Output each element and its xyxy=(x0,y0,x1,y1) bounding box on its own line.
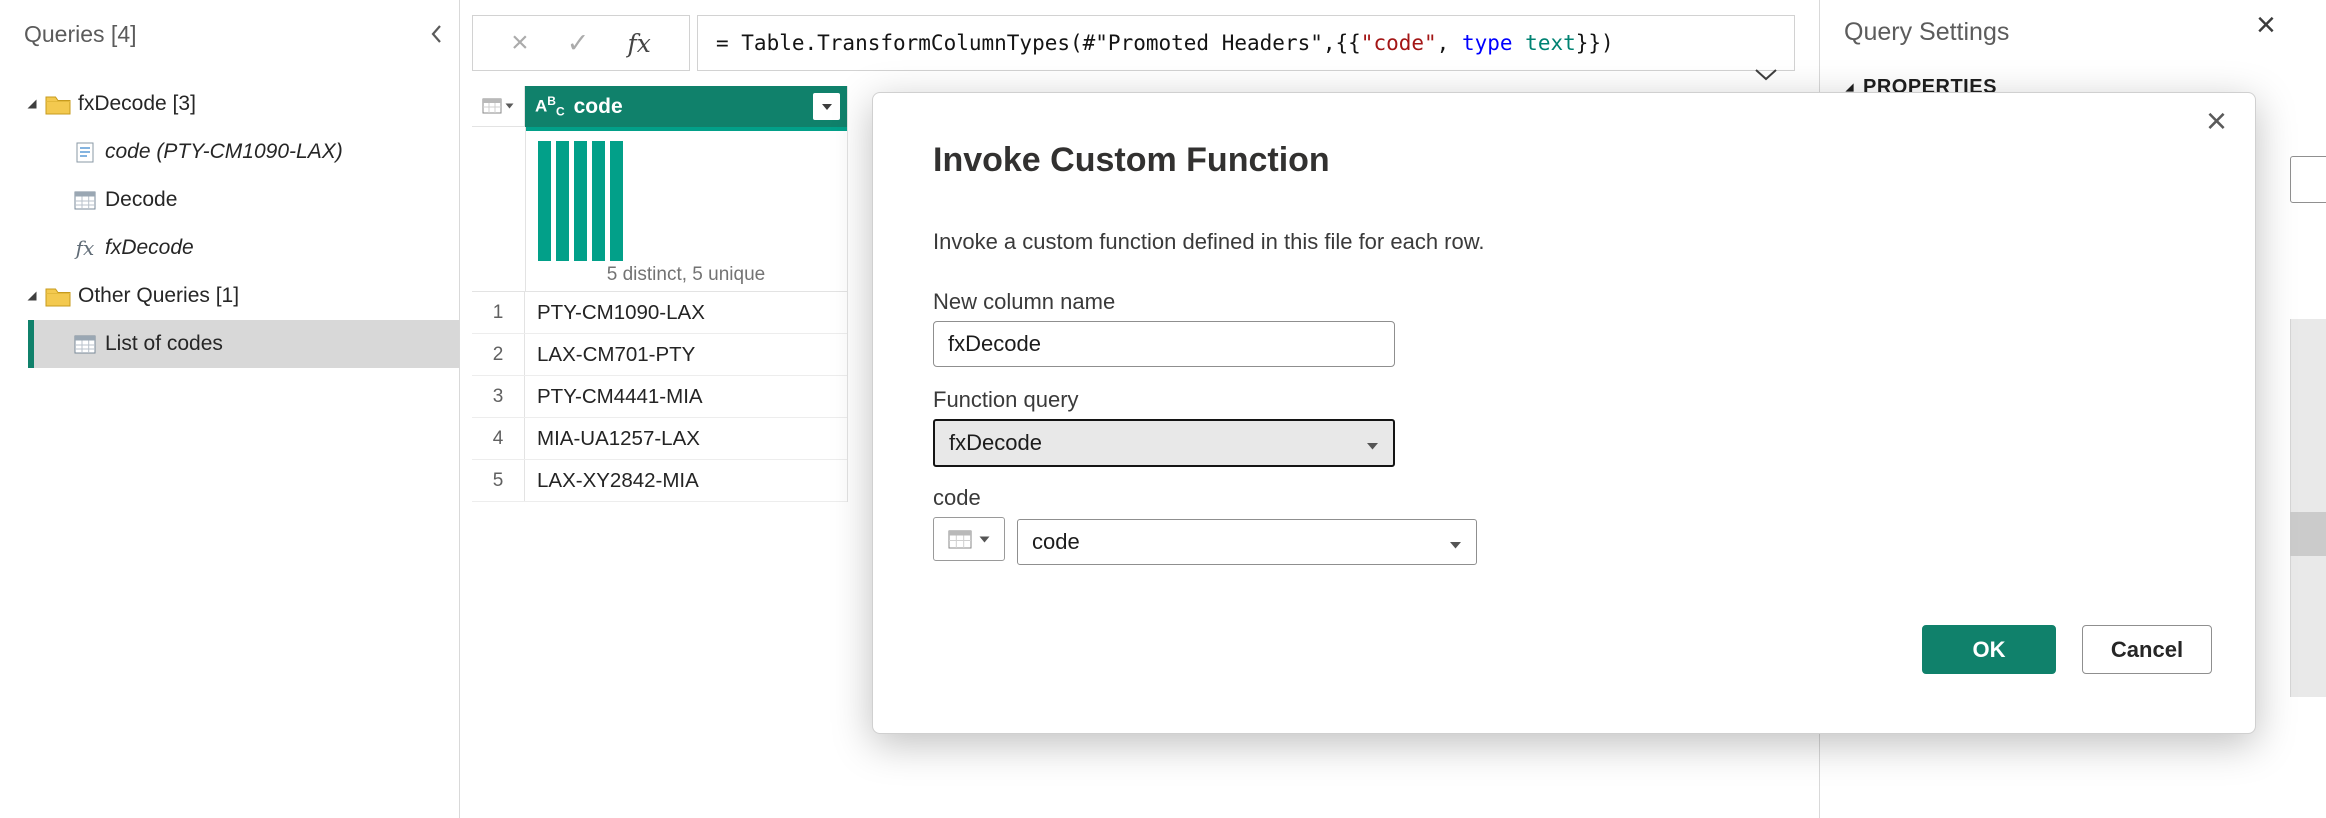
parameter-icon xyxy=(72,142,98,163)
cell-value: PTY-CM4441-MIA xyxy=(525,376,703,417)
queries-pane: Queries [4] fxDecode [3] code (PTY-CM109… xyxy=(0,0,460,818)
formula-string-token: "code" xyxy=(1361,31,1437,55)
query-name-input[interactable] xyxy=(2290,156,2326,203)
column-filter-button[interactable] xyxy=(813,93,840,120)
tree-group-other-queries[interactable]: Other Queries [1] xyxy=(0,272,459,320)
profile-bars xyxy=(538,141,623,261)
close-dialog-icon[interactable]: × xyxy=(2206,103,2227,139)
new-column-name-input[interactable] xyxy=(933,321,1395,367)
formula-text: }}) xyxy=(1576,31,1614,55)
formula-bar-buttons: × ✓ fx xyxy=(472,15,690,71)
expand-triangle-icon xyxy=(26,290,38,302)
collapse-pane-icon[interactable] xyxy=(427,21,445,47)
table-menu-button[interactable] xyxy=(472,86,525,127)
code-column-value: code xyxy=(1032,529,1080,555)
profile-bar xyxy=(556,141,569,261)
tree-item-code-parameter[interactable]: code (PTY-CM1090-LAX) xyxy=(0,128,459,176)
dialog-title: Invoke Custom Function xyxy=(933,141,1330,180)
table-icon xyxy=(72,335,98,354)
folder-icon xyxy=(45,286,71,307)
cancel-button[interactable]: Cancel xyxy=(2082,625,2212,674)
power-query-editor: Queries [4] fxDecode [3] code (PTY-CM109… xyxy=(0,0,2326,818)
grid-column-divider xyxy=(847,86,848,502)
formula-text: = Table.TransformColumnTypes(#"Promoted … xyxy=(716,31,1361,55)
applied-steps-selected-step[interactable] xyxy=(2290,512,2326,556)
tree-item-list-of-codes[interactable]: List of codes xyxy=(28,320,459,368)
tree-group-fxdecode[interactable]: fxDecode [3] xyxy=(0,80,459,128)
formula-text: , xyxy=(1437,31,1462,55)
tree-item-label: List of codes xyxy=(105,332,223,356)
formula-type-token: text xyxy=(1525,31,1576,55)
fx-add-step-icon[interactable]: fx xyxy=(627,29,650,58)
table-icon xyxy=(948,530,972,549)
folder-icon xyxy=(45,94,71,115)
expand-triangle-icon xyxy=(26,98,38,110)
column-picker-button[interactable] xyxy=(933,517,1005,561)
dropdown-chevron-icon xyxy=(1366,430,1379,456)
profile-bar xyxy=(574,141,587,261)
query-tree: fxDecode [3] code (PTY-CM1090-LAX) Decod… xyxy=(0,80,459,368)
code-column-dropdown[interactable]: code xyxy=(1017,519,1477,565)
function-query-value: fxDecode xyxy=(949,430,1042,456)
table-row[interactable]: 3 PTY-CM4441-MIA xyxy=(472,376,847,418)
function-query-label: Function query xyxy=(933,387,1079,413)
cell-value: PTY-CM1090-LAX xyxy=(525,292,705,333)
profile-bar xyxy=(592,141,605,261)
formula-keyword-token: type xyxy=(1462,31,1525,55)
code-parameter-label: code xyxy=(933,485,981,511)
cell-value: LAX-CM701-PTY xyxy=(525,334,695,375)
dropdown-triangle-icon xyxy=(505,103,514,109)
table-icon xyxy=(72,191,98,210)
text-type-icon: ABC xyxy=(535,95,565,118)
applied-steps-list xyxy=(2290,319,2326,697)
row-number: 5 xyxy=(472,460,525,501)
column-profile-stats: 5 distinct, 5 unique xyxy=(525,264,847,286)
function-query-dropdown[interactable]: fxDecode xyxy=(933,419,1395,467)
row-number: 2 xyxy=(472,334,525,375)
table-row[interactable]: 5 LAX-XY2842-MIA xyxy=(472,460,847,502)
commit-formula-icon[interactable]: ✓ xyxy=(567,30,590,57)
formula-input[interactable]: = Table.TransformColumnTypes(#"Promoted … xyxy=(697,15,1795,71)
tree-item-fxdecode-function[interactable]: fx fxDecode xyxy=(0,224,459,272)
cancel-formula-icon[interactable]: × xyxy=(511,28,529,58)
column-name: code xyxy=(574,95,623,119)
tree-item-label: Decode xyxy=(105,188,177,212)
query-settings-title: Query Settings xyxy=(1844,18,2009,47)
cell-value: LAX-XY2842-MIA xyxy=(525,460,699,501)
tree-item-label: fxDecode xyxy=(105,236,194,260)
column-selection-underline xyxy=(525,127,847,131)
dropdown-chevron-icon xyxy=(1449,529,1462,555)
new-column-name-label: New column name xyxy=(933,289,1115,315)
queries-pane-header: Queries [4] xyxy=(24,16,445,52)
row-number: 4 xyxy=(472,418,525,459)
queries-pane-title: Queries [4] xyxy=(24,21,137,48)
tree-group-label: Other Queries [1] xyxy=(78,284,239,308)
tree-item-decode[interactable]: Decode xyxy=(0,176,459,224)
column-header-code[interactable]: ABC code xyxy=(525,86,847,127)
dialog-description: Invoke a custom function defined in this… xyxy=(933,229,1485,255)
table-row[interactable]: 2 LAX-CM701-PTY xyxy=(472,334,847,376)
invoke-custom-function-dialog: × Invoke Custom Function Invoke a custom… xyxy=(872,92,2256,734)
row-number: 3 xyxy=(472,376,525,417)
close-settings-icon[interactable]: × xyxy=(2256,8,2276,42)
table-row[interactable]: 4 MIA-UA1257-LAX xyxy=(472,418,847,460)
tree-item-label: code (PTY-CM1090-LAX) xyxy=(105,140,343,164)
ok-button[interactable]: OK xyxy=(1922,625,2056,674)
tree-group-label: fxDecode [3] xyxy=(78,92,196,116)
function-icon: fx xyxy=(72,236,98,260)
dropdown-triangle-icon xyxy=(979,536,990,543)
cell-value: MIA-UA1257-LAX xyxy=(525,418,700,459)
profile-bar xyxy=(610,141,623,261)
profile-bar xyxy=(538,141,551,261)
table-row[interactable]: 1 PTY-CM1090-LAX xyxy=(472,292,847,334)
data-rows: 1 PTY-CM1090-LAX 2 LAX-CM701-PTY 3 PTY-C… xyxy=(472,292,847,502)
row-number: 1 xyxy=(472,292,525,333)
